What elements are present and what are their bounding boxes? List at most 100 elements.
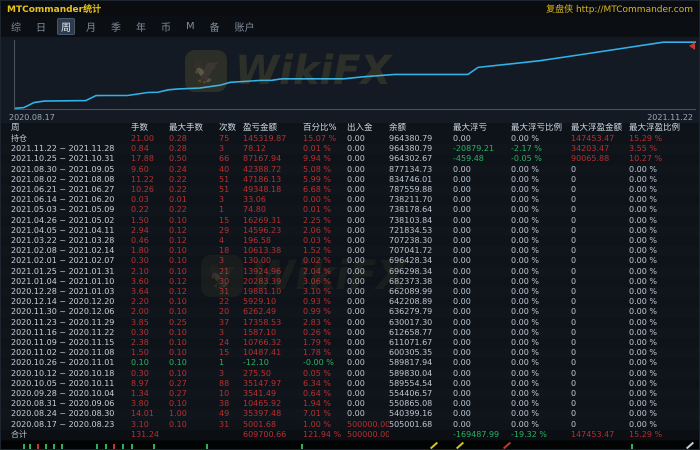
cell: 16269.31 bbox=[243, 216, 303, 226]
table-row[interactable]: 2020.09.28 ~ 2020.10.041.340.27103541.49… bbox=[1, 389, 700, 399]
cell: 1.78 % bbox=[303, 348, 347, 358]
table-row[interactable]: 2020.12.14 ~ 2020.12.202.200.10225929.10… bbox=[1, 297, 700, 307]
cell: 0.00 % bbox=[511, 379, 571, 389]
cell: 589830.04 bbox=[389, 369, 453, 379]
tab-日[interactable]: 日 bbox=[32, 18, 50, 35]
table-row[interactable]: 2020.12.28 ~ 2021.01.033.640.123119881.1… bbox=[1, 287, 700, 297]
cell: 630017.30 bbox=[389, 318, 453, 328]
cell: 0.10 bbox=[169, 256, 219, 266]
cell: 696298.34 bbox=[389, 267, 453, 277]
cell: 2021.08.30 ~ 2021.09.05 bbox=[1, 165, 131, 175]
cell: 0 bbox=[571, 205, 629, 215]
column-header: 次数 bbox=[219, 123, 243, 134]
table-row[interactable]: 2020.10.26 ~ 2020.11.010.100.101-12.10-0… bbox=[1, 358, 700, 368]
table-row[interactable]: 2021.04.05 ~ 2021.04.112.940.122914596.2… bbox=[1, 226, 700, 236]
cell: 14596.23 bbox=[243, 226, 303, 236]
cell: 9.94 % bbox=[303, 154, 347, 164]
page-title: MTCommander统计 bbox=[7, 2, 101, 15]
cell: 0.00 % bbox=[629, 216, 700, 226]
cell: 147453.47 bbox=[571, 134, 629, 144]
table-row[interactable]: 2021.03.22 ~ 2021.03.280.460.124196.580.… bbox=[1, 236, 700, 246]
cell: 2020.12.28 ~ 2021.01.03 bbox=[1, 287, 131, 297]
cell: 35397.48 bbox=[243, 409, 303, 419]
cell: 75 bbox=[219, 134, 243, 144]
cell: 0.00 % bbox=[511, 338, 571, 348]
histogram-mark bbox=[29, 444, 31, 450]
cell: 9.60 bbox=[131, 165, 169, 175]
tab-综[interactable]: 综 bbox=[7, 18, 25, 35]
table-row[interactable]: 持仓21.000.2875145319.8715.07 %0.00964380.… bbox=[1, 134, 700, 144]
cell: 2.38 bbox=[131, 338, 169, 348]
cell: 3.64 bbox=[131, 287, 169, 297]
table-row[interactable]: 2020.11.16 ~ 2020.11.220.300.1031587.100… bbox=[1, 328, 700, 338]
cell: 0.00 bbox=[347, 195, 389, 205]
cell: 2.10 bbox=[131, 267, 169, 277]
table-row[interactable]: 2021.02.01 ~ 2021.02.070.300.103130.000.… bbox=[1, 256, 700, 266]
cell: 0.00 % bbox=[629, 287, 700, 297]
cell: 0.00 % bbox=[629, 318, 700, 328]
cell: 1 bbox=[219, 358, 243, 368]
tab-周[interactable]: 周 bbox=[57, 18, 75, 35]
cell: 0.00 bbox=[453, 328, 511, 338]
tab-季[interactable]: 季 bbox=[107, 18, 125, 35]
table-row[interactable]: 2021.08.02 ~ 2021.08.0811.220.225147186.… bbox=[1, 175, 700, 185]
table-row[interactable]: 2021.05.03 ~ 2021.05.090.220.22174.800.0… bbox=[1, 205, 700, 215]
table-row[interactable]: 2020.11.23 ~ 2020.11.293.850.253717358.5… bbox=[1, 318, 700, 328]
table-row[interactable]: 2021.01.25 ~ 2021.01.312.100.102113924.9… bbox=[1, 267, 700, 277]
table-row[interactable]: 2020.11.09 ~ 2020.11.152.380.102410766.3… bbox=[1, 338, 700, 348]
cell: 0.00 % bbox=[511, 165, 571, 175]
cell: 707238.30 bbox=[389, 236, 453, 246]
cell: 0.00 % bbox=[629, 256, 700, 266]
histogram-mark bbox=[131, 444, 133, 450]
table-row[interactable]: 2021.11.22 ~ 2021.11.280.840.28378.120.0… bbox=[1, 144, 700, 154]
table-row[interactable]: 2020.10.05 ~ 2020.10.118.970.278835147.9… bbox=[1, 379, 700, 389]
table-row[interactable]: 2020.11.02 ~ 2020.11.081.500.101510487.4… bbox=[1, 348, 700, 358]
table-row[interactable]: 2021.08.30 ~ 2021.09.059.600.244042388.7… bbox=[1, 165, 700, 175]
table-row[interactable]: 2020.08.17 ~ 2020.08.233.100.10315001.68… bbox=[1, 420, 700, 430]
cell: 0.00 % bbox=[511, 216, 571, 226]
cell: 66 bbox=[219, 154, 243, 164]
cell: 0.00 bbox=[347, 144, 389, 154]
cell: 3 bbox=[219, 144, 243, 154]
table-row[interactable]: 2021.06.14 ~ 2021.06.200.030.01333.060.0… bbox=[1, 195, 700, 205]
table-row[interactable]: 2020.11.30 ~ 2020.12.062.000.10206262.49… bbox=[1, 307, 700, 317]
cell: 0.00 bbox=[347, 338, 389, 348]
cell: 609700.66 bbox=[243, 430, 303, 440]
cell: 87167.94 bbox=[243, 154, 303, 164]
table-row[interactable]: 2021.02.08 ~ 2021.02.141.800.101810613.3… bbox=[1, 246, 700, 256]
cell: 0.99 % bbox=[303, 307, 347, 317]
cell: 0 bbox=[571, 338, 629, 348]
cell: 707041.72 bbox=[389, 246, 453, 256]
cell: 505001.68 bbox=[389, 420, 453, 430]
tab-年[interactable]: 年 bbox=[132, 18, 150, 35]
table-row[interactable]: 2021.01.04 ~ 2021.01.103.600.123020283.3… bbox=[1, 277, 700, 287]
chart-plot-area: 🦅 WikiFX bbox=[14, 40, 696, 110]
cell: 0 bbox=[571, 256, 629, 266]
table-row[interactable]: 2020.08.24 ~ 2020.08.3014.011.004935397.… bbox=[1, 409, 700, 419]
table-row[interactable]: 2021.10.25 ~ 2021.10.3117.880.506687167.… bbox=[1, 154, 700, 164]
cell: -19.32 % bbox=[511, 430, 571, 440]
total-row[interactable]: 合计131.24609700.66121.94 %500000.00-16948… bbox=[1, 430, 700, 440]
tab-月[interactable]: 月 bbox=[82, 18, 100, 35]
table-row[interactable]: 2021.06.21 ~ 2021.06.2710.260.225149348.… bbox=[1, 185, 700, 195]
cell: 3 bbox=[219, 369, 243, 379]
tab-M[interactable]: M bbox=[182, 20, 199, 33]
tab-币[interactable]: 币 bbox=[157, 18, 175, 35]
cell: 642208.89 bbox=[389, 297, 453, 307]
cell: 1.00 % bbox=[303, 420, 347, 430]
tab-备[interactable]: 备 bbox=[206, 18, 224, 35]
table-row[interactable]: 2021.04.26 ~ 2021.05.021.500.101516269.3… bbox=[1, 216, 700, 226]
cell: 1.50 bbox=[131, 216, 169, 226]
cell: 589817.94 bbox=[389, 358, 453, 368]
table-row[interactable]: 2020.08.31 ~ 2020.09.063.800.103810465.9… bbox=[1, 399, 700, 409]
cell: 15.29 % bbox=[629, 430, 700, 440]
cell: 0.00 % bbox=[511, 348, 571, 358]
histogram-mark bbox=[23, 444, 25, 450]
cell: 0 bbox=[571, 328, 629, 338]
brand-link[interactable]: 复盘侠 http://MTCommander.com bbox=[546, 2, 693, 15]
table-row[interactable]: 2020.10.12 ~ 2020.10.180.300.103275.500.… bbox=[1, 369, 700, 379]
cell: 0.64 % bbox=[303, 389, 347, 399]
tab-账户[interactable]: 账户 bbox=[231, 18, 259, 35]
cell: 10 bbox=[219, 389, 243, 399]
column-header: 盈亏金额 bbox=[243, 123, 303, 134]
